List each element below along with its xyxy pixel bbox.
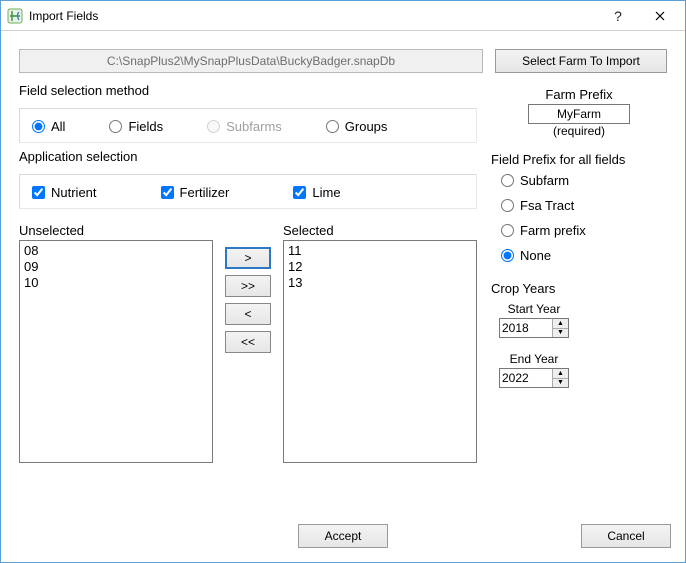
titlebar: Import Fields ? — [1, 1, 685, 31]
crop-years-label: Crop Years — [491, 281, 667, 296]
farm-prefix-label: Farm Prefix — [491, 87, 667, 102]
field-selection-label: Field selection method — [19, 83, 477, 98]
close-button[interactable] — [639, 2, 681, 30]
list-item[interactable]: 11 — [288, 243, 472, 259]
end-year-label: End Year — [510, 352, 559, 366]
radio-groups[interactable]: Groups — [326, 119, 388, 134]
file-path-display: C:\SnapPlus2\MySnapPlusData\BuckyBadger.… — [19, 49, 483, 73]
field-prefix-radios: Subfarm Fsa Tract Farm prefix None — [491, 169, 667, 267]
radio-all[interactable]: All — [32, 119, 65, 134]
check-nutrient[interactable]: Nutrient — [32, 185, 97, 200]
close-icon — [655, 11, 665, 21]
check-nutrient-label: Nutrient — [51, 185, 97, 200]
year-inputs: Start Year ▲ ▼ — [491, 302, 667, 338]
radio-fields-input[interactable] — [109, 120, 122, 133]
unselected-column: Unselected 080910 — [19, 223, 213, 463]
radio-all-input[interactable] — [32, 120, 45, 133]
radio-groups-input[interactable] — [326, 120, 339, 133]
radio-farmprefix-label: Farm prefix — [520, 223, 586, 238]
check-fertilizer-input[interactable] — [161, 186, 174, 199]
move-right-all-button[interactable]: >> — [225, 275, 271, 297]
end-year-down[interactable]: ▼ — [553, 378, 568, 388]
app-selection-label: Application selection — [19, 149, 477, 164]
radio-subfarms: Subfarms — [207, 119, 282, 134]
radio-all-label: All — [51, 119, 65, 134]
unselected-listbox[interactable]: 080910 — [19, 240, 213, 463]
list-item[interactable]: 09 — [24, 259, 208, 275]
left-column: Field selection method All Fields Subfar… — [19, 83, 477, 506]
move-left-all-button[interactable]: << — [225, 331, 271, 353]
right-column: Farm Prefix (required) Field Prefix for … — [491, 83, 667, 506]
selected-label: Selected — [283, 223, 477, 238]
radio-subfarm-prefix[interactable]: Subfarm — [501, 173, 667, 188]
dialog-title: Import Fields — [29, 9, 98, 23]
end-year-spin-buttons: ▲ ▼ — [552, 369, 568, 387]
start-year-up[interactable]: ▲ — [553, 319, 568, 328]
check-fertilizer[interactable]: Fertilizer — [161, 185, 230, 200]
check-lime-label: Lime — [312, 185, 340, 200]
dialog-content: C:\SnapPlus2\MySnapPlusData\BuckyBadger.… — [1, 31, 685, 516]
radio-farmprefix-input[interactable] — [501, 224, 514, 237]
titlebar-buttons: ? — [597, 2, 681, 30]
list-item[interactable]: 08 — [24, 243, 208, 259]
radio-subfarms-input — [207, 120, 220, 133]
check-lime-input[interactable] — [293, 186, 306, 199]
field-prefix-label: Field Prefix for all fields — [491, 152, 667, 167]
radio-fields-label: Fields — [128, 119, 163, 134]
farm-prefix-input[interactable] — [528, 104, 630, 124]
dual-list: Unselected 080910 > >> < << Selected 111… — [19, 223, 477, 463]
app-icon — [7, 8, 23, 24]
move-right-button[interactable]: > — [225, 247, 271, 269]
field-prefix-block: Field Prefix for all fields Subfarm Fsa … — [491, 148, 667, 267]
end-year-spinbox[interactable]: ▲ ▼ — [499, 368, 569, 388]
radio-none-label: None — [520, 248, 551, 263]
radio-farmprefix[interactable]: Farm prefix — [501, 223, 667, 238]
end-year-up[interactable]: ▲ — [553, 369, 568, 378]
year-inputs-end: End Year ▲ ▼ — [491, 352, 667, 388]
dialog-window: Import Fields ? C:\SnapPlus2\MySnapPlusD… — [0, 0, 686, 563]
start-year-block: Start Year ▲ ▼ — [499, 302, 569, 338]
radio-fields[interactable]: Fields — [109, 119, 163, 134]
titlebar-left: Import Fields — [7, 8, 98, 24]
app-selection-group: Nutrient Fertilizer Lime — [19, 174, 477, 209]
list-item[interactable]: 13 — [288, 275, 472, 291]
cancel-button[interactable]: Cancel — [581, 524, 671, 548]
list-item[interactable]: 12 — [288, 259, 472, 275]
dialog-footer: Accept Cancel — [1, 516, 685, 562]
crop-years-block: Crop Years Start Year ▲ ▼ — [491, 277, 667, 388]
accept-button[interactable]: Accept — [298, 524, 388, 548]
check-lime[interactable]: Lime — [293, 185, 340, 200]
start-year-spin-buttons: ▲ ▼ — [552, 319, 568, 337]
unselected-label: Unselected — [19, 223, 213, 238]
radio-none-input[interactable] — [501, 249, 514, 262]
radio-subfarms-label: Subfarms — [226, 119, 282, 134]
start-year-label: Start Year — [508, 302, 561, 316]
mover-buttons: > >> < << — [223, 223, 273, 463]
radio-fsatract-input[interactable] — [501, 199, 514, 212]
main-columns: Field selection method All Fields Subfar… — [19, 83, 667, 506]
selected-column: Selected 111213 — [283, 223, 477, 463]
select-farm-button[interactable]: Select Farm To Import — [495, 49, 667, 73]
farm-prefix-required: (required) — [491, 124, 667, 138]
end-year-input[interactable] — [500, 369, 552, 387]
farm-prefix-block: Farm Prefix (required) — [491, 83, 667, 138]
check-nutrient-input[interactable] — [32, 186, 45, 199]
radio-groups-label: Groups — [345, 119, 388, 134]
move-left-button[interactable]: < — [225, 303, 271, 325]
radio-subfarm-prefix-label: Subfarm — [520, 173, 569, 188]
radio-fsatract-label: Fsa Tract — [520, 198, 574, 213]
help-button[interactable]: ? — [597, 2, 639, 30]
top-row: C:\SnapPlus2\MySnapPlusData\BuckyBadger.… — [19, 49, 667, 73]
radio-subfarm-prefix-input[interactable] — [501, 174, 514, 187]
radio-none[interactable]: None — [501, 248, 667, 263]
radio-fsatract[interactable]: Fsa Tract — [501, 198, 667, 213]
end-year-block: End Year ▲ ▼ — [499, 352, 569, 388]
start-year-spinbox[interactable]: ▲ ▼ — [499, 318, 569, 338]
check-fertilizer-label: Fertilizer — [180, 185, 230, 200]
list-item[interactable]: 10 — [24, 275, 208, 291]
start-year-input[interactable] — [500, 319, 552, 337]
selected-listbox[interactable]: 111213 — [283, 240, 477, 463]
start-year-down[interactable]: ▼ — [553, 328, 568, 338]
field-selection-group: All Fields Subfarms Groups — [19, 108, 477, 143]
